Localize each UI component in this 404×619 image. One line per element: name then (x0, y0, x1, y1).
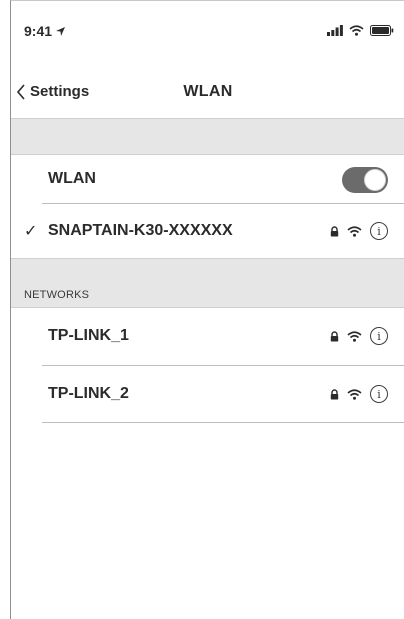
network-name: TP-LINK_1 (48, 327, 129, 344)
network-row[interactable]: TP-LINK_2 i (11, 369, 404, 419)
phone-screen: 9:41 Settings WLAN WLAN ✓ SNAPTAIN-K30-X… (10, 0, 404, 619)
wlan-toggle-label: WLAN (48, 170, 96, 187)
location-arrow-icon (56, 26, 66, 36)
status-time: 9:41 (24, 23, 53, 39)
signal-icon (327, 25, 343, 36)
lock-icon (330, 330, 339, 341)
wlan-toggle-row: WLAN (11, 154, 404, 204)
network-row[interactable]: TP-LINK_1 i (11, 311, 404, 361)
networks-section-label: NETWORKS (24, 289, 90, 301)
section-spacer (11, 118, 404, 155)
wifi-icon (347, 330, 362, 342)
wifi-icon (349, 25, 364, 36)
network-name: TP-LINK_2 (48, 385, 129, 402)
connected-network-name: SNAPTAIN-K30-XXXXXX (48, 222, 233, 239)
network-icons: i (330, 327, 388, 345)
connected-network-icons: i (330, 222, 388, 240)
wifi-icon (347, 388, 362, 400)
battery-icon (370, 25, 394, 36)
status-bar: 9:41 (11, 1, 404, 41)
lock-icon (330, 225, 339, 236)
divider (42, 203, 404, 204)
toggle-knob (364, 169, 386, 191)
info-icon[interactable]: i (370, 385, 388, 403)
networks-section-header: NETWORKS (11, 258, 404, 308)
connected-network-row[interactable]: ✓ SNAPTAIN-K30-XXXXXX i (11, 206, 404, 256)
network-icons: i (330, 385, 388, 403)
checkmark-icon: ✓ (24, 223, 38, 240)
status-icons (327, 25, 394, 36)
status-time-group: 9:41 (24, 23, 66, 39)
divider (42, 422, 404, 423)
info-icon[interactable]: i (370, 222, 388, 240)
page-title: WLAN (183, 83, 233, 100)
wlan-toggle-switch[interactable] (342, 167, 388, 193)
wifi-icon (347, 225, 362, 237)
navigation-bar: Settings WLAN (11, 75, 404, 111)
divider (42, 365, 404, 366)
info-icon[interactable]: i (370, 327, 388, 345)
lock-icon (330, 388, 339, 399)
